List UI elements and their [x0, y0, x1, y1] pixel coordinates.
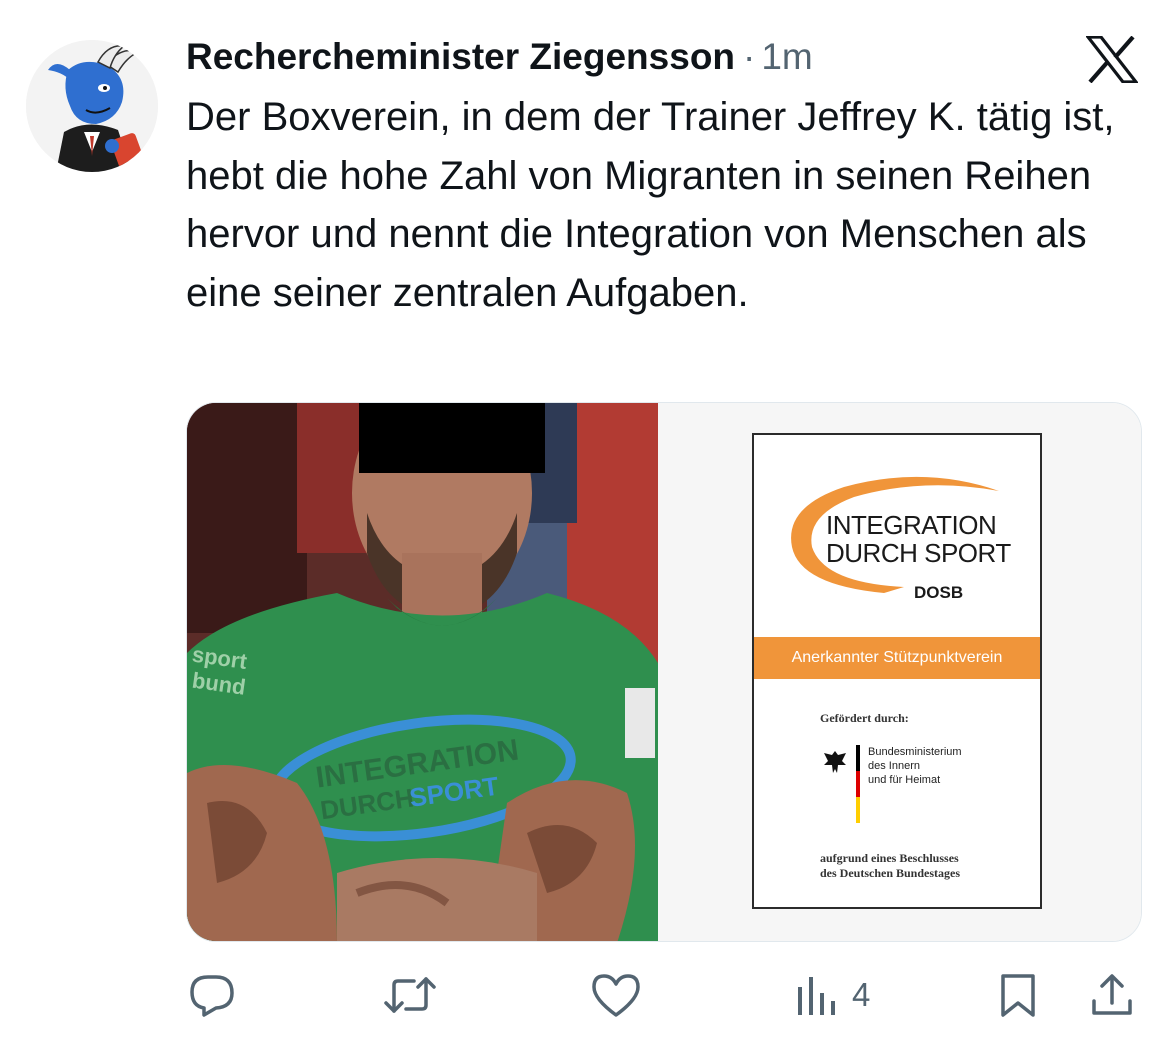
like-icon [592, 974, 640, 1017]
media-photo-poster[interactable]: INTEGRATION DURCH SPORT DOSB Anerkannter… [658, 403, 1141, 941]
poster-logo-line-2: DURCH SPORT [826, 538, 1011, 568]
bookmark-icon [1001, 974, 1035, 1017]
poster-ministry-line-2: des Innern [868, 760, 920, 772]
poster-band: Anerkannter Stützpunktverein [754, 637, 1040, 679]
tweet-text: Der Boxverein, in dem der Trainer Jeffre… [186, 95, 1115, 315]
tweet-actions-bar: 4 [0, 960, 1170, 1030]
like-button[interactable] [590, 960, 642, 1030]
tweet-header: Recherchеminister Ziegensson · 1m [186, 36, 813, 84]
share-icon [1092, 974, 1132, 1015]
views-button[interactable]: 4 [796, 960, 870, 1030]
poster-decision-line-2: des Deutschen Bundestages [820, 866, 961, 880]
german-flag-bar-icon [856, 745, 860, 823]
poster-ministry-line-3: und für Heimat [868, 774, 941, 786]
poster-logo-text: INTEGRATION DURCH SPORT [826, 511, 1011, 567]
poster-logo-line-1: INTEGRATION [826, 510, 997, 540]
poster-funded-by: Gefördert durch: [820, 711, 909, 725]
reply-icon [190, 975, 234, 1017]
tweet-media[interactable]: INTEGRATION DURCH SPORT sport bund INTEG… [186, 402, 1142, 942]
goat-avatar-image [26, 40, 158, 172]
poster-dosb-logo: DOSB [914, 583, 964, 602]
bookmark-button[interactable] [998, 960, 1038, 1030]
poster-decision-line-1: aufgrund eines Beschlusses [820, 851, 959, 865]
tweet-timestamp[interactable]: 1m [761, 36, 812, 78]
poster-ministry: Bundesministerium des Innern und für Hei… [868, 745, 962, 787]
poster-decision: aufgrund eines Beschlusses des Deutschen… [820, 851, 960, 881]
share-button[interactable] [1090, 960, 1134, 1030]
retweet-button[interactable] [382, 960, 438, 1030]
integration-poster: INTEGRATION DURCH SPORT DOSB Anerkannter… [752, 433, 1042, 909]
media-photo-trainer[interactable]: INTEGRATION DURCH SPORT sport bund [187, 403, 658, 941]
header-separator: · [743, 36, 756, 77]
reply-button[interactable] [188, 960, 236, 1030]
trainer-photo-image: INTEGRATION DURCH SPORT sport bund [187, 403, 658, 941]
author-avatar[interactable] [26, 40, 158, 172]
author-name[interactable]: Recherchеminister Ziegensson [186, 36, 735, 78]
x-logo-icon [1086, 36, 1138, 83]
federal-eagle-icon [824, 751, 846, 773]
poster-ministry-line-1: Bundesministerium [868, 746, 962, 758]
views-icon [798, 977, 835, 1015]
retweet-icon [384, 977, 436, 1013]
views-count: 4 [852, 976, 871, 1013]
